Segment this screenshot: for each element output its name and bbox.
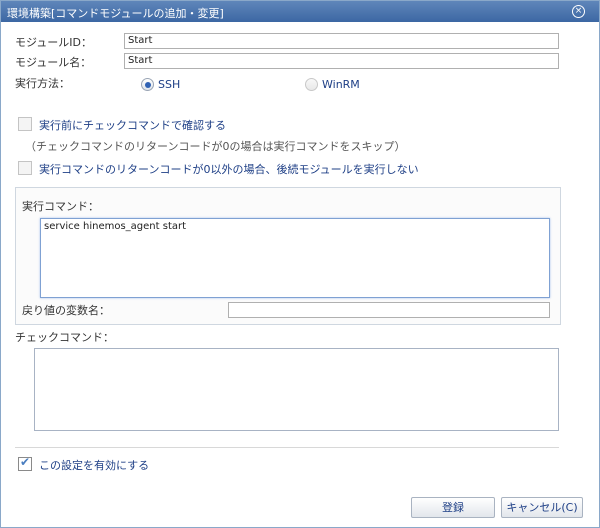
check-command-textarea[interactable]: [34, 348, 559, 431]
return-var-label: 戻り値の変数名：: [22, 304, 110, 317]
enable-label: この設定を有効にする: [39, 459, 150, 472]
title-bar: 環境構築[コマンドモジュールの追加・変更] ×: [1, 1, 599, 22]
winrm-radio-label: WinRM: [322, 78, 360, 91]
exec-command-textarea[interactable]: service hinemos_agent start: [40, 218, 550, 298]
check-before-checkbox[interactable]: [18, 117, 32, 131]
stop-on-error-checkbox[interactable]: [18, 161, 32, 175]
check-before-label: 実行前にチェックコマンドで確認する: [39, 119, 226, 132]
separator: [15, 447, 559, 448]
module-id-label: モジュールID：: [15, 36, 92, 49]
stop-on-error-label: 実行コマンドのリターンコードが0以外の場合、後続モジュールを実行しない: [39, 163, 419, 176]
exec-method-label: 実行方法：: [15, 77, 70, 90]
ssh-radio[interactable]: [141, 78, 154, 91]
check-before-note: （チェックコマンドのリターンコードが0の場合は実行コマンドをスキップ）: [25, 140, 406, 153]
winrm-radio[interactable]: [305, 78, 318, 91]
check-command-label: チェックコマンド：: [15, 331, 114, 344]
command-module-dialog: 環境構築[コマンドモジュールの追加・変更] × モジュールID： Start モ…: [0, 0, 600, 528]
cancel-button[interactable]: キャンセル(C): [501, 497, 583, 518]
module-name-input[interactable]: Start: [124, 53, 559, 69]
register-button[interactable]: 登録: [411, 497, 495, 518]
exec-command-group: 実行コマンド： service hinemos_agent start 戻り値の…: [15, 187, 561, 325]
module-id-input[interactable]: Start: [124, 33, 559, 49]
dialog-title: 環境構築[コマンドモジュールの追加・変更]: [7, 7, 224, 20]
enable-checkbox[interactable]: [18, 455, 32, 471]
ssh-radio-label: SSH: [158, 78, 181, 91]
module-name-label: モジュール名：: [15, 56, 92, 69]
exec-command-label: 実行コマンド：: [22, 200, 99, 213]
close-icon[interactable]: ×: [572, 5, 585, 18]
return-var-input[interactable]: [228, 302, 550, 318]
